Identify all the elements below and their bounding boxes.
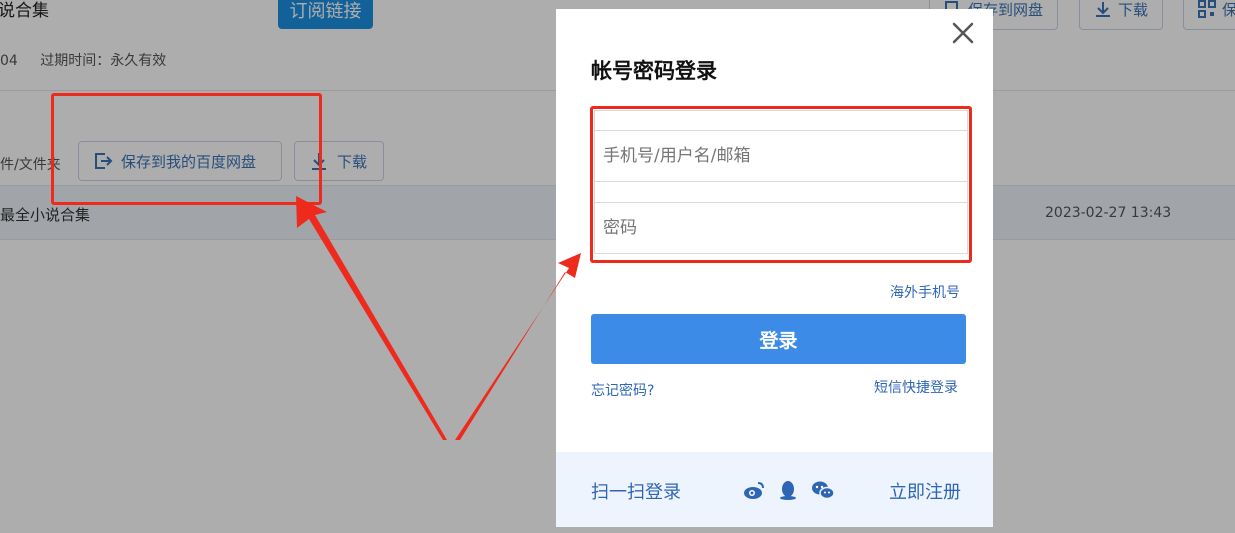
arrow-to-credentials	[455, 253, 581, 440]
annotation-arrows	[296, 196, 581, 440]
arrow-to-save-button	[296, 196, 447, 440]
